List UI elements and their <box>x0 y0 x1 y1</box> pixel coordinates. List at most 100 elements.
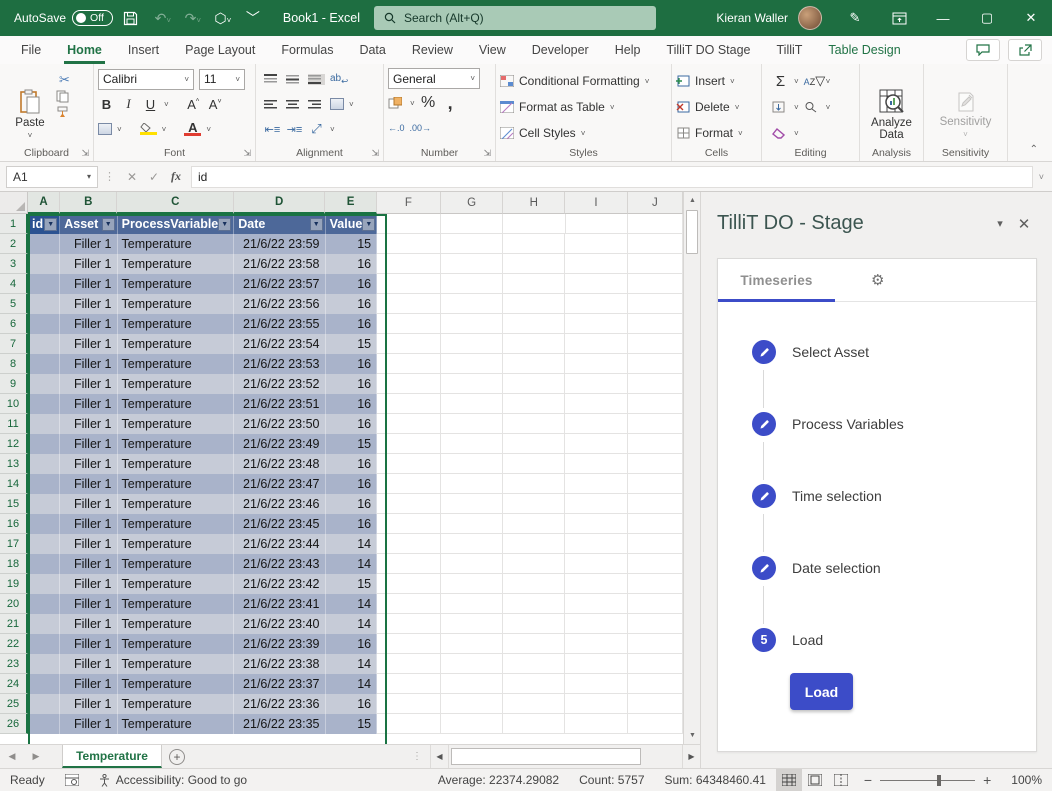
close-button[interactable]: ✕ <box>1010 0 1052 36</box>
empty-cell[interactable] <box>565 374 627 394</box>
ribbon-tab-tillit[interactable]: TilliT <box>764 36 816 64</box>
empty-cell[interactable] <box>377 294 441 314</box>
empty-cell[interactable] <box>503 394 565 414</box>
empty-cell[interactable] <box>441 334 503 354</box>
empty-cell[interactable] <box>441 294 503 314</box>
cell-value[interactable]: 14 <box>326 534 378 554</box>
font-name-combo[interactable]: Calibri˅ <box>98 69 194 90</box>
empty-cell[interactable] <box>565 414 627 434</box>
cell-id[interactable] <box>28 394 60 414</box>
row-header-22[interactable]: 22 <box>0 634 28 654</box>
empty-cell[interactable] <box>565 354 627 374</box>
empty-cell[interactable] <box>565 254 627 274</box>
empty-cell[interactable] <box>441 694 503 714</box>
cell-asset[interactable]: Filler 1 <box>60 554 117 574</box>
horizontal-scrollbar[interactable] <box>448 745 682 769</box>
autosave-toggle[interactable]: AutoSave Off <box>14 10 113 26</box>
row-header-10[interactable]: 10 <box>0 394 28 414</box>
cell-asset[interactable]: Filler 1 <box>60 434 117 454</box>
wrap-text-icon[interactable]: ab↩ <box>330 73 347 86</box>
column-headers[interactable]: ABCDEFGHIJ <box>28 192 683 214</box>
cell-value[interactable]: 16 <box>326 274 378 294</box>
cell-asset[interactable]: Filler 1 <box>60 574 117 594</box>
cell-id[interactable] <box>28 474 60 494</box>
empty-cell[interactable] <box>441 514 503 534</box>
empty-cell[interactable] <box>628 314 683 334</box>
align-center-icon[interactable] <box>286 99 303 110</box>
vertical-scrollbar[interactable]: ▲ ▼ <box>683 192 700 744</box>
cell-value[interactable]: 16 <box>326 494 378 514</box>
cell-date[interactable]: 21/6/22 23:50 <box>234 414 325 434</box>
empty-cell[interactable] <box>441 394 503 414</box>
column-header-H[interactable]: H <box>503 192 565 214</box>
empty-cell[interactable] <box>441 314 503 334</box>
cell-process-variable[interactable]: Temperature <box>118 334 235 354</box>
ribbon-display-options-icon[interactable] <box>878 0 920 36</box>
column-header-A[interactable]: A <box>28 192 60 214</box>
cell-id[interactable] <box>28 254 60 274</box>
bold-button[interactable]: B <box>98 97 115 112</box>
cell-date[interactable]: 21/6/22 23:44 <box>234 534 325 554</box>
empty-cell[interactable] <box>503 414 565 434</box>
cell-id[interactable] <box>28 294 60 314</box>
empty-cell[interactable] <box>628 494 683 514</box>
cell-id[interactable] <box>28 494 60 514</box>
cell-value[interactable]: 14 <box>326 554 378 574</box>
cell-value[interactable]: 15 <box>326 334 378 354</box>
cell-value[interactable]: 16 <box>326 254 378 274</box>
merge-center-icon[interactable] <box>330 98 344 110</box>
font-color-icon[interactable]: A <box>184 122 201 136</box>
cell-id[interactable] <box>28 574 60 594</box>
empty-cell[interactable] <box>628 614 683 634</box>
empty-cell[interactable] <box>565 614 627 634</box>
empty-cell[interactable] <box>377 434 441 454</box>
empty-cell[interactable] <box>628 394 683 414</box>
cell-date[interactable]: 21/6/22 23:39 <box>234 634 325 654</box>
empty-cell[interactable] <box>441 214 503 234</box>
empty-cell[interactable] <box>377 714 441 734</box>
status-average[interactable]: Average: 22374.29082 <box>428 773 569 787</box>
empty-cell[interactable] <box>628 334 683 354</box>
zoom-level[interactable]: 100% <box>1001 773 1052 787</box>
macro-record-icon[interactable] <box>55 774 89 786</box>
column-header-E[interactable]: E <box>325 192 377 214</box>
shrink-font-button[interactable]: A˅ <box>207 97 224 112</box>
empty-cell[interactable] <box>628 534 683 554</box>
cell-id[interactable] <box>28 654 60 674</box>
empty-cell[interactable] <box>503 354 565 374</box>
cell-id[interactable] <box>28 714 60 734</box>
empty-cell[interactable] <box>377 554 441 574</box>
italic-button[interactable]: I <box>120 96 137 112</box>
tab-timeseries[interactable]: Timeseries <box>718 273 835 288</box>
step-number-badge[interactable]: 5 <box>752 628 776 652</box>
ribbon-tab-insert[interactable]: Insert <box>115 36 172 64</box>
cell-process-variable[interactable]: Temperature <box>118 314 235 334</box>
align-right-icon[interactable] <box>308 99 325 110</box>
row-header-1[interactable]: 1 <box>0 214 28 234</box>
cell-date[interactable]: 21/6/22 23:45 <box>234 514 325 534</box>
cell-asset[interactable]: Filler 1 <box>60 414 117 434</box>
empty-cell[interactable] <box>503 514 565 534</box>
row-header-23[interactable]: 23 <box>0 654 28 674</box>
row-header-14[interactable]: 14 <box>0 474 28 494</box>
avatar[interactable] <box>798 6 822 30</box>
zoom-slider-thumb[interactable] <box>937 775 941 786</box>
zoom-out-icon[interactable]: − <box>864 772 872 788</box>
cell-asset[interactable]: Filler 1 <box>60 314 117 334</box>
align-left-icon[interactable] <box>264 99 281 110</box>
cell-process-variable[interactable]: Temperature <box>118 414 235 434</box>
grow-font-button[interactable]: A^ <box>185 97 202 112</box>
scroll-down-icon[interactable]: ▼ <box>684 727 700 744</box>
cell-process-variable[interactable]: Temperature <box>118 614 235 634</box>
cell-id[interactable] <box>28 614 60 634</box>
cell-asset[interactable]: Filler 1 <box>60 354 117 374</box>
row-header-7[interactable]: 7 <box>0 334 28 354</box>
cell-process-variable[interactable]: Temperature <box>118 574 235 594</box>
sheet-tab-temperature[interactable]: Temperature <box>62 745 162 768</box>
empty-cell[interactable] <box>377 534 441 554</box>
empty-cell[interactable] <box>377 374 441 394</box>
sheet-nav-left-icon[interactable]: ◀ <box>0 745 24 768</box>
cell-value[interactable]: 14 <box>326 614 378 634</box>
empty-cell[interactable] <box>377 574 441 594</box>
cell-value[interactable]: 16 <box>326 634 378 654</box>
